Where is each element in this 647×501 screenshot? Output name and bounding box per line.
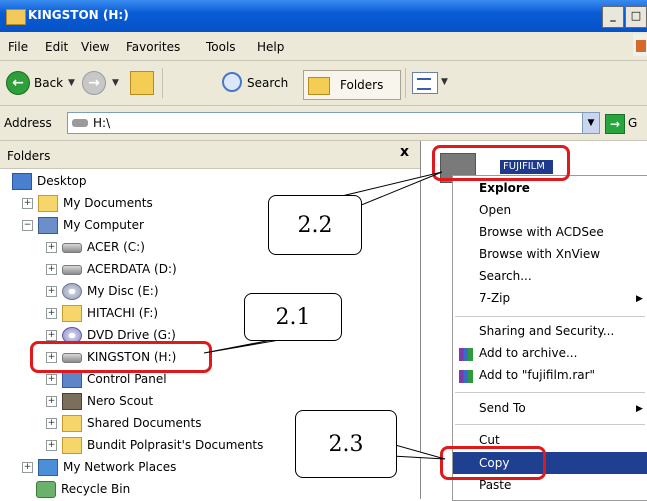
callout-2-1: 2.1: [244, 293, 342, 341]
callout-label: 2.2: [297, 212, 333, 238]
callout-label: 2.3: [328, 431, 364, 457]
callout-2-2: 2.2: [268, 195, 362, 255]
callout-label: 2.1: [275, 304, 311, 330]
callout-2-3: 2.3: [295, 410, 397, 478]
